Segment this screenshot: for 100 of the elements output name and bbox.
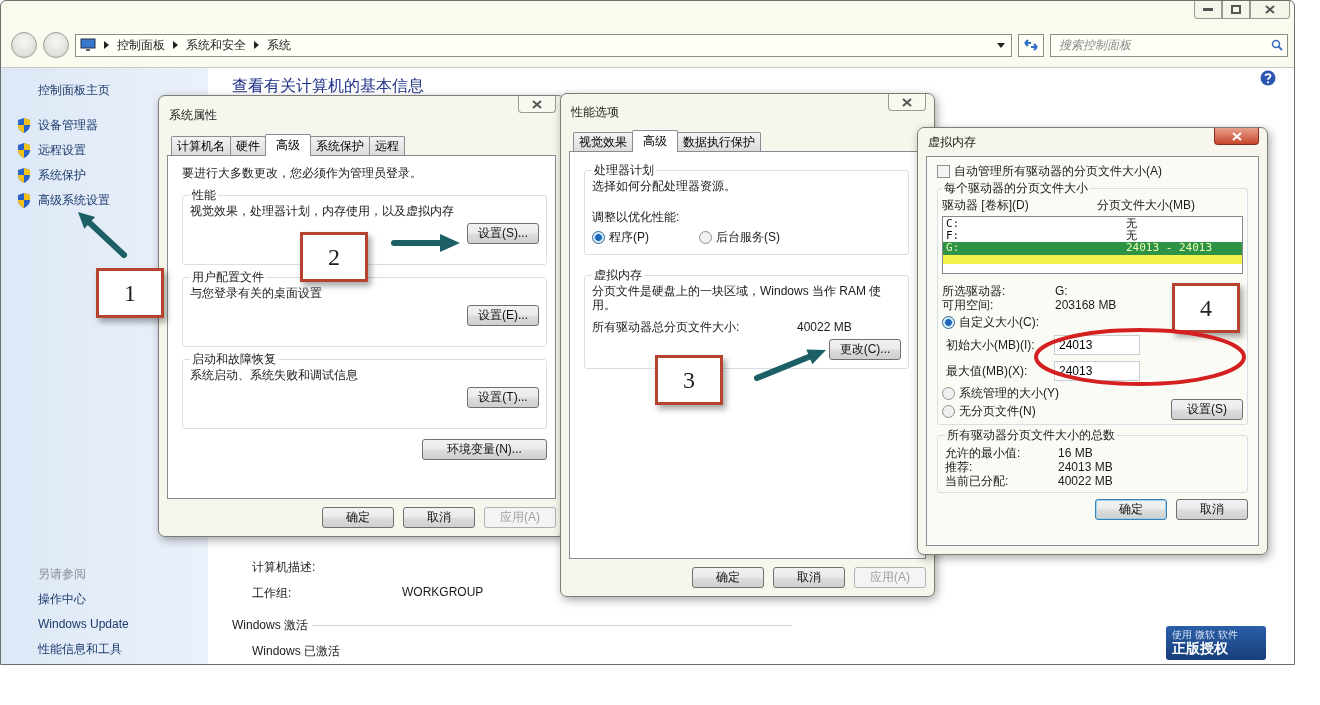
detail-label: 计算机描述: — [252, 559, 317, 576]
radio-option[interactable]: 后台服务(S) — [699, 229, 780, 246]
radio-button[interactable] — [942, 405, 955, 418]
dropdown-caret-icon — [997, 42, 1005, 48]
info-value: 203168 MB — [1055, 298, 1117, 312]
group-description: 系统启动、系统失败和调试信息 — [190, 368, 359, 383]
minimize-icon — [1203, 7, 1213, 12]
separator-icon — [254, 41, 259, 49]
group-title: 启动和故障恢复 — [191, 351, 277, 368]
close-icon — [532, 99, 542, 109]
tab[interactable]: 视觉效果 — [573, 132, 633, 151]
total-value: 40022 MB — [797, 320, 852, 335]
input-field[interactable]: 24013 — [1054, 335, 1140, 355]
sidebar-link[interactable]: 性能信息和工具 — [16, 641, 208, 658]
dialog-title: 虚拟内存 — [927, 133, 976, 151]
auto-manage-checkbox[interactable]: 自动管理所有驱动器的分页文件大小(A) — [937, 163, 1248, 180]
tab[interactable]: 计算机名 — [171, 136, 231, 155]
tab[interactable]: 数据执行保护 — [677, 132, 761, 151]
dialog-button[interactable]: 取消 — [403, 507, 475, 528]
total-value: 40022 MB — [1058, 474, 1113, 488]
dialog-button[interactable]: 取消 — [1176, 499, 1248, 520]
dialog-button[interactable]: 确定 — [692, 567, 764, 588]
group-title: 所有驱动器分页文件大小的总数 — [946, 427, 1116, 444]
breadcrumb[interactable]: 控制面板 — [117, 36, 165, 54]
dialog-button[interactable]: 确定 — [1095, 499, 1167, 520]
search-icon — [1271, 38, 1283, 51]
tab[interactable]: 硬件 — [230, 136, 266, 155]
radio-button[interactable] — [942, 316, 955, 329]
close-button[interactable] — [1250, 1, 1290, 19]
group-description: 与您登录有关的桌面设置 — [190, 286, 323, 301]
breadcrumb[interactable]: 系统和安全 — [186, 36, 246, 54]
shield-icon — [16, 117, 32, 134]
page-heading: 查看有关计算机的基本信息 — [232, 76, 424, 96]
prompt-text: 调整以优化性能: — [592, 210, 681, 225]
sidebar-link[interactable]: 操作中心 — [16, 591, 208, 608]
maximize-button[interactable] — [1222, 1, 1250, 19]
group-description: 分页文件是硬盘上的一块区域，Windows 当作 RAM 使用。 — [592, 284, 883, 312]
change-button[interactable]: 更改(C)... — [829, 339, 901, 360]
total-label: 当前已分配: — [945, 474, 1009, 488]
drive-row[interactable]: C: 无 — [943, 218, 1242, 230]
close-icon — [1231, 131, 1242, 141]
shield-icon — [16, 142, 32, 159]
group-description: 选择如何分配处理器资源。 — [592, 179, 737, 194]
monitor-icon — [80, 38, 96, 52]
column-header: 驱动器 [卷标](D) — [942, 197, 1030, 214]
close-button[interactable] — [518, 96, 556, 113]
info-label: 可用空间: — [942, 298, 994, 312]
dialog-button[interactable]: 确定 — [322, 507, 394, 528]
group-title: 处理器计划 — [593, 162, 655, 179]
minimize-button[interactable] — [1194, 1, 1222, 19]
tab[interactable]: 系统保护 — [310, 136, 370, 155]
group-title: 性能 — [191, 187, 217, 204]
info-label: 所选驱动器: — [942, 284, 1006, 298]
group-title: 用户配置文件 — [191, 269, 265, 286]
step-callout: 2 — [300, 232, 368, 282]
close-icon — [902, 97, 912, 107]
set-button[interactable]: 设置(S) — [1171, 399, 1243, 420]
search-field[interactable]: 搜索控制面板 — [1050, 33, 1288, 57]
field-label: 最大值(MB)(X): — [946, 363, 1029, 379]
notice-text: 要进行大多数更改，您必须作为管理员登录。 — [182, 166, 423, 181]
step-callout: 1 — [96, 268, 164, 318]
settings-button[interactable]: 设置(T)... — [467, 387, 539, 408]
total-value: 16 MB — [1058, 446, 1093, 460]
settings-button[interactable]: 设置(S)... — [467, 223, 539, 244]
close-icon — [1265, 5, 1275, 14]
address-bar[interactable]: 控制面板 系统和安全 系统 — [75, 33, 1012, 57]
radio-button[interactable] — [592, 231, 605, 244]
radio-option[interactable]: 无分页文件(N) — [942, 403, 1036, 420]
radio-button[interactable] — [942, 387, 955, 400]
step-callout: 4 — [1172, 283, 1240, 333]
sidebar-link[interactable]: Windows Update — [16, 616, 208, 633]
radio-button[interactable] — [699, 231, 712, 244]
group-title: 每个驱动器的分页文件大小 — [943, 180, 1089, 197]
drive-row[interactable]: F: 无 — [943, 230, 1242, 242]
total-label: 推荐: — [945, 460, 973, 474]
help-icon[interactable] — [1260, 70, 1276, 86]
genuine-badge: 使用 微软 软件 正版授权 — [1166, 626, 1266, 660]
breadcrumb[interactable]: 系统 — [267, 36, 291, 54]
sidebar-link[interactable]: 控制面板主页 — [16, 82, 208, 99]
close-button[interactable] — [1214, 128, 1259, 145]
tab[interactable]: 远程 — [369, 136, 405, 155]
separator-icon — [104, 41, 109, 49]
drive-list[interactable]: C: 无 F: 无 G: 24013 - 24013 — [942, 216, 1243, 274]
dialog-title: 性能选项 — [570, 103, 619, 121]
refresh-button[interactable] — [1018, 33, 1044, 57]
settings-button[interactable]: 设置(E)... — [467, 305, 539, 326]
drive-row[interactable]: G: 24013 - 24013 — [943, 242, 1242, 264]
tab[interactable]: 高级 — [632, 130, 678, 152]
column-header: 分页文件大小(MB) — [1097, 197, 1196, 214]
environment-button[interactable]: 环境变量(N)... — [422, 439, 547, 460]
tab[interactable]: 高级 — [265, 134, 311, 156]
dialog-button[interactable]: 取消 — [773, 567, 845, 588]
refresh-icon — [1024, 39, 1038, 51]
radio-option[interactable]: 系统管理的大小(Y) — [942, 385, 1059, 402]
close-button[interactable] — [888, 94, 926, 111]
section-title: Windows 激活 — [232, 617, 308, 634]
radio-option[interactable]: 程序(P) — [592, 229, 649, 246]
radio-option[interactable]: 自定义大小(C): — [942, 314, 1039, 331]
restore-icon — [1231, 5, 1241, 14]
separator-icon — [173, 41, 178, 49]
